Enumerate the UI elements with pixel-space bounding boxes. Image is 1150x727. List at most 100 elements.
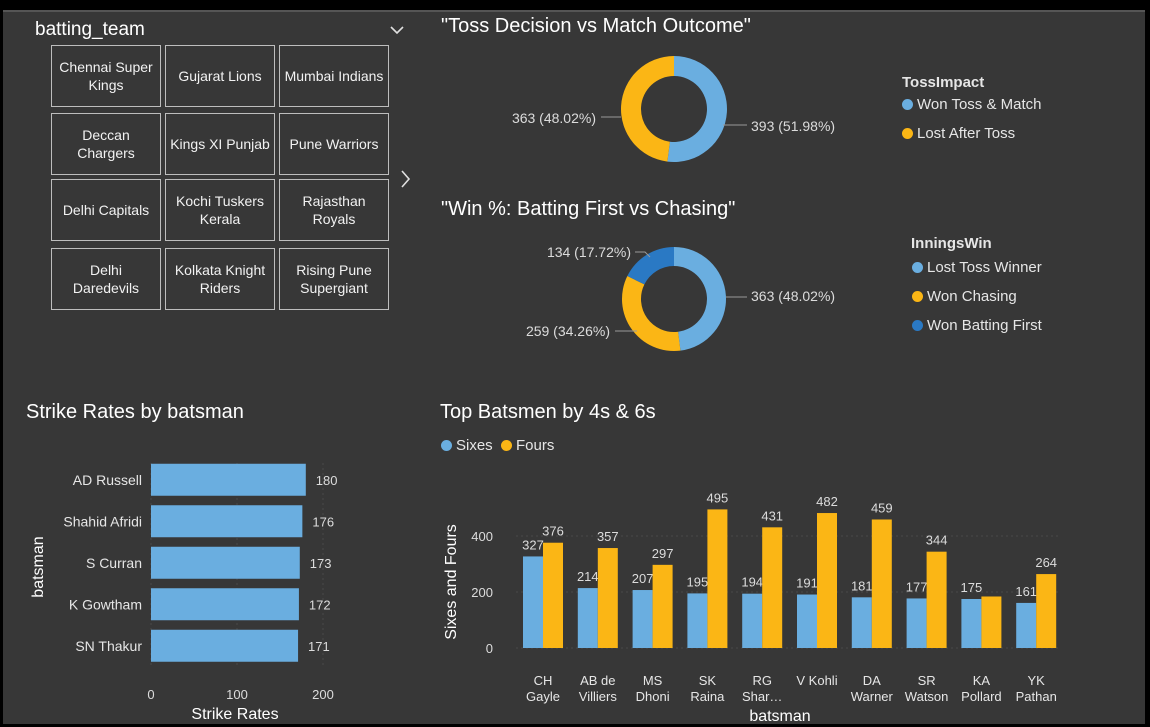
team-tile-mumbai-indians[interactable]: Mumbai Indians: [279, 45, 389, 107]
x-tick-label: 200: [312, 687, 334, 702]
innings-legend-title: InningsWin: [911, 235, 992, 252]
innings-donut-chart: 363 (48.02%) 259 (34.26%) 134 (17.72%): [526, 244, 835, 351]
legend-label: Won Toss & Match: [917, 96, 1042, 113]
x-tick-label: AB de: [580, 673, 615, 688]
innings-legend-item-won-batting-first[interactable]: Won Batting First: [912, 317, 1042, 334]
team-tile-rising-pune-supergiant[interactable]: Rising Pune Supergiant: [279, 248, 389, 310]
boundaries-legend-item-fours[interactable]: Fours: [501, 437, 554, 454]
legend-dot-icon: [441, 440, 452, 451]
team-tile-delhi-capitals[interactable]: Delhi Capitals: [51, 179, 161, 241]
team-tile-kolkata-knight-riders[interactable]: Kolkata Knight Riders: [165, 248, 275, 310]
data-label: 172: [309, 597, 331, 612]
data-label-won-chasing: 259 (34.26%): [526, 323, 610, 339]
team-tile-gujarat-lions[interactable]: Gujarat Lions: [165, 45, 275, 107]
x-tick-label: DA: [863, 673, 881, 688]
team-tile-delhi-daredevils[interactable]: Delhi Daredevils: [51, 248, 161, 310]
x-tick-label: Villiers: [579, 689, 618, 704]
bar-fours-v-kohli: [817, 513, 837, 648]
x-tick-label: MS: [643, 673, 663, 688]
y-tick-label: Shahid Afridi: [63, 513, 142, 529]
legend-label: Won Batting First: [927, 317, 1042, 334]
x-tick-label: 100: [226, 687, 248, 702]
x-tick-label: Pathan: [1016, 689, 1057, 704]
x-tick-label: SR: [918, 673, 936, 688]
chevron-right-icon[interactable]: [395, 167, 415, 191]
boundaries-bar-chart: 0 200 400 327376 CHGayle 214 357 AB deVilliers 2…: [443, 490, 1058, 722]
bar-sn-thakur: [151, 629, 299, 662]
bar-fours-ch-gayle: [543, 542, 563, 648]
legend-label: Fours: [516, 437, 555, 454]
x-tick-label: Raina: [690, 689, 725, 704]
bar-sixes-yk-pathan: [1016, 602, 1037, 648]
bar-s-curran: [151, 546, 300, 579]
data-label: 194: [741, 575, 763, 590]
x-tick-label: YK: [1028, 673, 1046, 688]
toss-chart-title: "Toss Decision vs Match Outcome": [441, 15, 751, 37]
slicer-title: batting_team: [35, 19, 145, 40]
data-label: 191: [796, 576, 818, 591]
data-label: 180: [316, 473, 338, 488]
data-label-won-toss-match: 393 (51.98%): [751, 118, 835, 134]
team-tile-kochi-tuskers-kerala[interactable]: Kochi Tuskers Kerala: [165, 179, 275, 241]
data-label: 431: [761, 508, 783, 523]
toss-legend-title: TossImpact: [902, 74, 985, 91]
toss-donut-chart: 393 (51.98%) 363 (48.02%): [512, 56, 835, 162]
data-label: 175: [961, 580, 983, 595]
legend-dot-icon: [902, 99, 913, 110]
team-tile-deccan-chargers[interactable]: Deccan Chargers: [51, 113, 161, 175]
data-label: 171: [308, 639, 330, 654]
legend-label: Sixes: [456, 437, 493, 454]
bar-sixes-ab-de-villiers: [577, 588, 598, 648]
data-label: 214: [577, 569, 599, 584]
y-tick-label: K Gowtham: [69, 596, 142, 612]
data-label: 176: [312, 514, 334, 529]
donut-slice-lost-after-toss: [620, 56, 674, 162]
x-tick-label: Gayle: [526, 689, 560, 704]
bar-fours-ka-pollard: [981, 596, 1002, 648]
legend-dot-icon: [902, 128, 913, 139]
legend-dot-icon: [912, 262, 923, 273]
data-label: 161: [1015, 584, 1037, 599]
y-tick-label: 0: [486, 641, 493, 656]
x-axis-title: Strike Rates: [191, 706, 278, 722]
data-label: 344: [926, 533, 948, 548]
toss-legend-item-lost-after-toss[interactable]: Lost After Toss: [902, 125, 1015, 142]
data-label: 195: [687, 574, 709, 589]
bar-ad-russell: [151, 463, 306, 496]
y-axis-title: Sixes and Fours: [443, 524, 460, 640]
data-label: 177: [906, 579, 928, 594]
y-tick-label: 400: [471, 529, 493, 544]
team-tile-pune-warriors[interactable]: Pune Warriors: [279, 113, 389, 175]
legend-dot-icon: [912, 320, 923, 331]
bar-k-gowtham: [151, 588, 299, 621]
bar-fours-da-warner: [871, 519, 892, 648]
data-label: 264: [1035, 555, 1057, 570]
boundaries-legend-item-sixes[interactable]: Sixes: [441, 437, 493, 454]
strike-rate-bar-chart: 0 100 200 AD Russell 180 Shahid Afridi 176 S Cu…: [30, 463, 338, 722]
legend-label: Lost After Toss: [917, 125, 1016, 142]
team-tile-chennai-super-kings[interactable]: Chennai Super Kings: [51, 45, 161, 107]
data-label: 327: [522, 537, 544, 552]
donut-slice-won-batting-first: [627, 247, 674, 285]
innings-legend-item-won-chasing[interactable]: Won Chasing: [912, 288, 1017, 305]
report-canvas: batting_team Chennai Super Kings Gujarat …: [3, 12, 1145, 724]
bar-sixes-ch-gayle: [523, 556, 543, 648]
toss-legend-item-won-toss-match[interactable]: Won Toss & Match: [902, 96, 1042, 113]
strike-chart-title: Strike Rates by batsman: [26, 401, 244, 423]
y-tick-label: S Curran: [86, 555, 142, 571]
legend-label: Lost Toss Winner: [927, 259, 1042, 276]
innings-legend-item-lost-toss-winner[interactable]: Lost Toss Winner: [912, 259, 1042, 276]
boundaries-chart-title: Top Batsmen by 4s & 6s: [440, 401, 656, 423]
x-tick-label: RG: [752, 673, 772, 688]
legend-label: Won Chasing: [927, 288, 1017, 305]
bar-fours-ms-dhoni: [652, 564, 673, 648]
team-tile-rajasthan-royals[interactable]: Rajasthan Royals: [279, 179, 389, 241]
donut-slice-won-toss-match: [667, 56, 727, 162]
bar-fours-ab-de-villiers: [597, 548, 618, 648]
y-tick-label: AD Russell: [73, 472, 142, 488]
bar-sixes-ms-dhoni: [632, 590, 653, 648]
data-label: 495: [707, 490, 729, 505]
team-tile-kings-xi-punjab[interactable]: Kings XI Punjab: [165, 113, 275, 175]
bar-sixes-da-warner: [851, 597, 872, 648]
chevron-down-icon[interactable]: [387, 20, 407, 40]
